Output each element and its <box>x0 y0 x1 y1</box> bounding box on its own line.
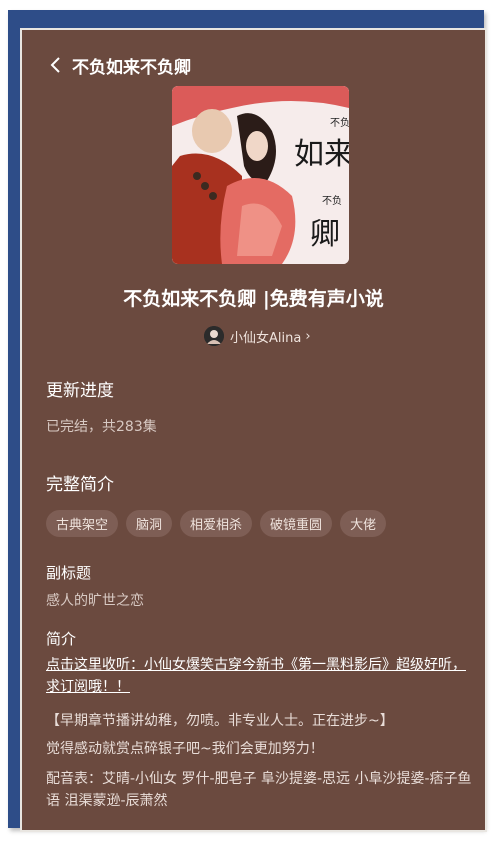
avatar <box>204 326 224 346</box>
cover-text-top: 不负 <box>330 116 349 129</box>
summary-paragraph-2: 觉得感动就赏点碎银子吧~我们会更加努力！ <box>46 741 324 757</box>
device-frame: 不负如来不负卿 不负 如来 不负 卿 不负如来不负卿 |免费有声小说 小仙女Al… <box>8 10 487 832</box>
progress-status: 已完结，共283集 <box>46 419 157 435</box>
intro-heading: 完整简介 <box>46 475 114 495</box>
subtitle-heading: 副标题 <box>46 564 92 582</box>
chevron-right-icon: › <box>305 328 311 344</box>
summary-paragraph-3: 配音表：艾晴-小仙女 罗什-肥皂子 阜沙提婆-思远 小阜沙提婆-痞子鱼语 沮渠蒙… <box>46 771 472 809</box>
cover-text-bottom-small: 不负 <box>322 194 342 207</box>
tag-item[interactable]: 古典架空 <box>46 510 119 537</box>
cover-text-last: 卿 <box>310 217 340 252</box>
progress-heading: 更新进度 <box>46 381 114 401</box>
cover-text-main: 如来 <box>294 137 349 172</box>
summary-paragraph-1: 【早期章节播讲幼稚，勿喷。非专业人士。正在进步~】 <box>46 713 394 729</box>
chevron-left-icon[interactable] <box>48 54 64 76</box>
tag-list: 古典架空 脑洞 相爱相杀 破镜重圆 大佬 <box>46 510 387 537</box>
tag-item[interactable]: 脑洞 <box>126 510 173 537</box>
top-bar: 不负如来不负卿 <box>48 50 191 80</box>
subtitle-text: 感人的旷世之恋 <box>46 593 144 609</box>
tag-item[interactable]: 大佬 <box>340 510 387 537</box>
author-name: 小仙女Alina <box>230 330 302 346</box>
summary-heading: 简介 <box>46 630 77 648</box>
author-link[interactable]: 小仙女Alina › <box>204 326 311 346</box>
promo-link[interactable]: 点击这里收听：小仙女爆笑古穿今新书《第一黑料影后》超级好听，求订阅哦！！ <box>46 654 474 698</box>
book-cover[interactable]: 不负 如来 不负 卿 <box>172 86 349 264</box>
book-detail-panel: 不负如来不负卿 不负 如来 不负 卿 不负如来不负卿 |免费有声小说 小仙女Al… <box>20 28 487 832</box>
page-title: 不负如来不负卿 <box>72 57 191 78</box>
book-title: 不负如来不负卿 |免费有声小说 <box>123 288 384 310</box>
tag-item[interactable]: 破镜重圆 <box>260 510 333 537</box>
tag-item[interactable]: 相爱相杀 <box>180 510 253 537</box>
